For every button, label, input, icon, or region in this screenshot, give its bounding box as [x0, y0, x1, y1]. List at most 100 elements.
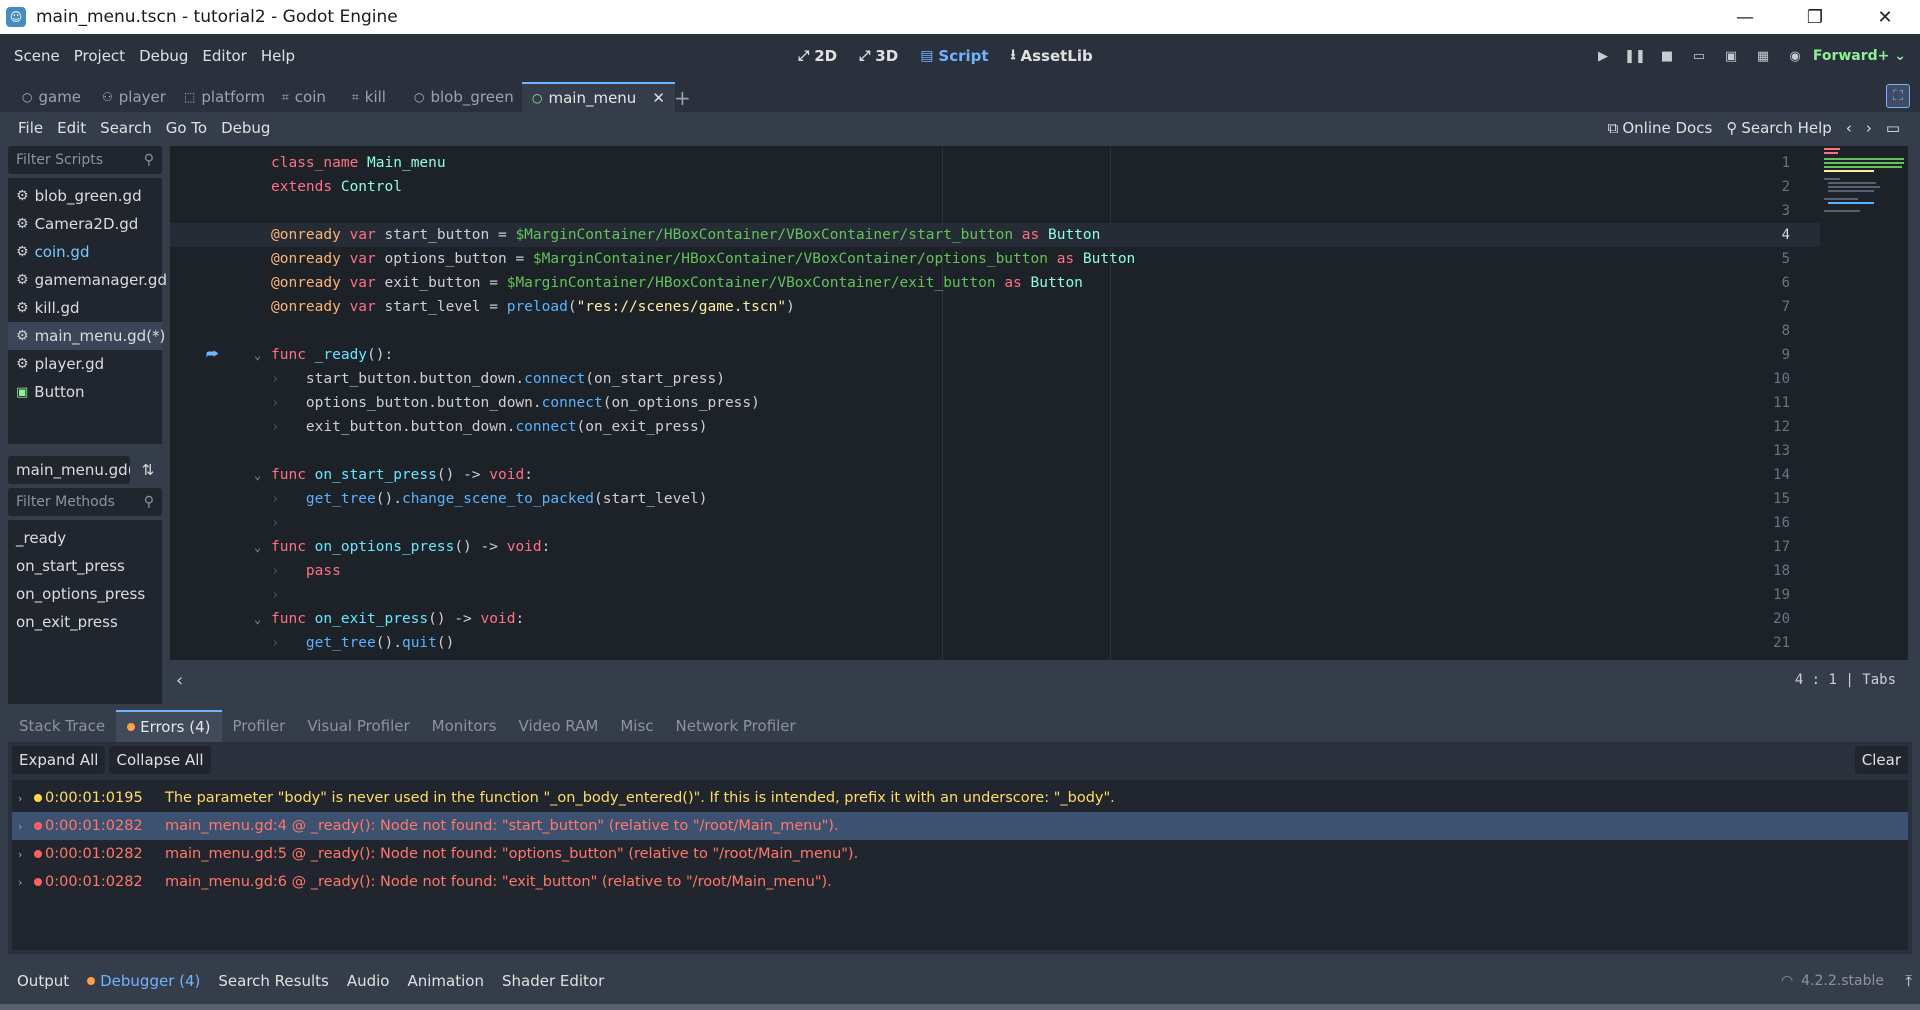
stop-icon[interactable]: ■ — [1656, 45, 1678, 67]
audio-button[interactable]: Audio — [338, 972, 399, 990]
search-results-button[interactable]: Search Results — [209, 972, 337, 990]
collapse-all-button[interactable]: Collapse All — [109, 746, 211, 774]
error-row[interactable]: › 0:00:01:0195 The parameter "body" is n… — [12, 784, 1908, 812]
play-scene-icon[interactable]: ▣ — [1720, 45, 1742, 67]
tab-misc[interactable]: Misc — [609, 710, 664, 742]
menu-scene[interactable]: Scene — [7, 47, 67, 65]
play-icon[interactable]: ▶ — [1592, 45, 1614, 67]
script-item[interactable]: ▣ Button — [8, 378, 162, 406]
expand-arrow-icon[interactable]: › — [18, 848, 22, 861]
method-item[interactable]: _ready — [8, 524, 162, 552]
script-item[interactable]: ⚙ coin.gd — [8, 238, 162, 266]
tab-coin[interactable]: ⌗ coin — [272, 82, 336, 112]
tab-blob-green[interactable]: ○ blob_green — [404, 82, 524, 112]
error-row[interactable]: › 0:00:01:0282 main_menu.gd:4 @ _ready()… — [12, 812, 1908, 840]
online-docs-button[interactable]: ⧉ Online Docs — [1608, 119, 1713, 137]
code-line[interactable]: 12 › exit_button.button_down.connect(on_… — [170, 415, 1820, 439]
code-line[interactable]: 2 extends Control — [170, 175, 1820, 199]
code-line[interactable]: 17 ⌄ func on_options_press() -> void: — [170, 535, 1820, 559]
fold-arrow-icon[interactable]: ⌄ — [254, 463, 264, 487]
close-window-button[interactable]: ✕ — [1850, 0, 1920, 34]
script-item[interactable]: ⚙ Camera2D.gd — [8, 210, 162, 238]
pause-icon[interactable]: ❚❚ — [1624, 45, 1646, 67]
tab-kill[interactable]: ⌗ kill — [342, 82, 396, 112]
method-item[interactable]: on_options_press — [8, 580, 162, 608]
expand-arrow-icon[interactable]: › — [18, 792, 22, 805]
tab-main-menu[interactable]: ○ main_menu ✕ — [522, 82, 675, 112]
main-screen-3d-button[interactable]: ⤢ 3D — [851, 40, 906, 72]
tab-video-ram[interactable]: Video RAM — [508, 710, 610, 742]
shader-editor-button[interactable]: Shader Editor — [493, 972, 613, 990]
tab-platform[interactable]: ⬚ platform — [174, 82, 275, 112]
tab-visual-profiler[interactable]: Visual Profiler — [296, 710, 420, 742]
script-menu-goto[interactable]: Go To — [159, 119, 214, 137]
script-item[interactable]: ⚙ player.gd — [8, 350, 162, 378]
tab-errors[interactable]: Errors (4) — [116, 710, 222, 742]
menu-help[interactable]: Help — [254, 47, 302, 65]
code-line[interactable]: 11 › options_button.button_down.connect(… — [170, 391, 1820, 415]
tab-network-profiler[interactable]: Network Profiler — [665, 710, 807, 742]
code-line[interactable]: 21 › get_tree().quit() — [170, 631, 1820, 655]
restore-button[interactable]: ❐ — [1780, 0, 1850, 34]
fold-arrow-icon[interactable]: ⌄ — [254, 607, 264, 631]
expand-arrow-icon[interactable]: › — [18, 820, 22, 833]
script-menu-debug[interactable]: Debug — [214, 119, 277, 137]
animation-button[interactable]: Animation — [398, 972, 492, 990]
menu-project[interactable]: Project — [67, 47, 132, 65]
tab-player[interactable]: ⚇ player — [92, 82, 176, 112]
output-button[interactable]: Output — [8, 972, 78, 990]
close-icon[interactable]: ✕ — [652, 89, 665, 107]
main-screen-script-button[interactable]: ▤ Script — [912, 40, 996, 72]
renderer-select[interactable]: Forward+ ⌄ — [1813, 48, 1906, 64]
script-item[interactable]: ⚙ kill.gd — [8, 294, 162, 322]
code-line[interactable]: 16 › — [170, 511, 1820, 535]
tab-game[interactable]: ○ game — [12, 82, 91, 112]
menu-editor[interactable]: Editor — [195, 47, 253, 65]
minimize-button[interactable]: — — [1710, 0, 1780, 34]
script-menu-file[interactable]: File — [11, 119, 50, 137]
tab-profiler[interactable]: Profiler — [222, 710, 297, 742]
code-line[interactable]: 7 @onready var start_level = preload("re… — [170, 295, 1820, 319]
toggle-panel-icon[interactable]: ▭ — [1886, 119, 1900, 137]
code-line[interactable]: 1 class_name Main_menu — [170, 151, 1820, 175]
search-help-button[interactable]: ⚲ Search Help — [1726, 119, 1832, 137]
code-line[interactable]: 3 — [170, 199, 1820, 223]
code-editor[interactable]: 1 class_name Main_menu 2 extends Control… — [170, 146, 1908, 660]
menu-debug[interactable]: Debug — [132, 47, 195, 65]
code-line[interactable]: 19 › — [170, 583, 1820, 607]
method-item[interactable]: on_start_press — [8, 552, 162, 580]
remote-debug-icon[interactable]: ▭ — [1688, 45, 1710, 67]
code-line[interactable]: 8 — [170, 319, 1820, 343]
script-item[interactable]: ⚙ blob_green.gd — [8, 182, 162, 210]
script-item[interactable]: ⚙ main_menu.gd(*) — [8, 322, 165, 350]
code-line[interactable]: 18 › pass — [170, 559, 1820, 583]
script-menu-search[interactable]: Search — [93, 119, 159, 137]
toggle-scripts-panel-icon[interactable]: ‹ — [176, 670, 183, 691]
code-line[interactable]: 5 @onready var options_button = $MarginC… — [170, 247, 1820, 271]
code-line-current[interactable]: 4 @onready var start_button = $MarginCon… — [170, 223, 1820, 247]
code-line[interactable]: 15 › get_tree().change_scene_to_packed(s… — [170, 487, 1820, 511]
script-item[interactable]: ⚙ gamemanager.gd — [8, 266, 167, 294]
fold-arrow-icon[interactable]: ⌄ — [254, 343, 264, 367]
version-label[interactable]: ◠ 4.2.2.stable — [1781, 973, 1884, 989]
expand-bottom-panel-icon[interactable]: ⤒ — [1905, 972, 1912, 990]
distraction-free-icon[interactable]: ⛶ — [1886, 84, 1910, 108]
error-row[interactable]: › 0:00:01:0282 main_menu.gd:6 @ _ready()… — [12, 868, 1908, 896]
filter-methods-input[interactable]: Filter Methods ⚲ — [8, 488, 162, 516]
error-row[interactable]: › 0:00:01:0282 main_menu.gd:5 @ _ready()… — [12, 840, 1908, 868]
code-line[interactable]: ⮫ 9 ⌄ func _ready(): — [170, 343, 1820, 367]
script-menu-edit[interactable]: Edit — [50, 119, 93, 137]
code-line[interactable]: 14 ⌄ func on_start_press() -> void: — [170, 463, 1820, 487]
code-minimap[interactable] — [1822, 146, 1904, 216]
code-line[interactable]: 10 › start_button.button_down.connect(on… — [170, 367, 1820, 391]
filter-scripts-input[interactable]: Filter Scripts ⚲ — [8, 146, 162, 174]
history-back-icon[interactable]: ‹ — [1846, 119, 1852, 137]
expand-arrow-icon[interactable]: › — [18, 876, 22, 889]
main-screen-2d-button[interactable]: ⤢ 2D — [790, 40, 845, 72]
add-scene-icon[interactable]: + — [674, 86, 691, 110]
tab-monitors[interactable]: Monitors — [421, 710, 508, 742]
code-line[interactable]: 13 — [170, 439, 1820, 463]
method-item[interactable]: on_exit_press — [8, 608, 162, 636]
tab-stack-trace[interactable]: Stack Trace — [8, 710, 116, 742]
main-screen-assetlib-button[interactable]: ⭳ AssetLib — [1003, 40, 1101, 72]
